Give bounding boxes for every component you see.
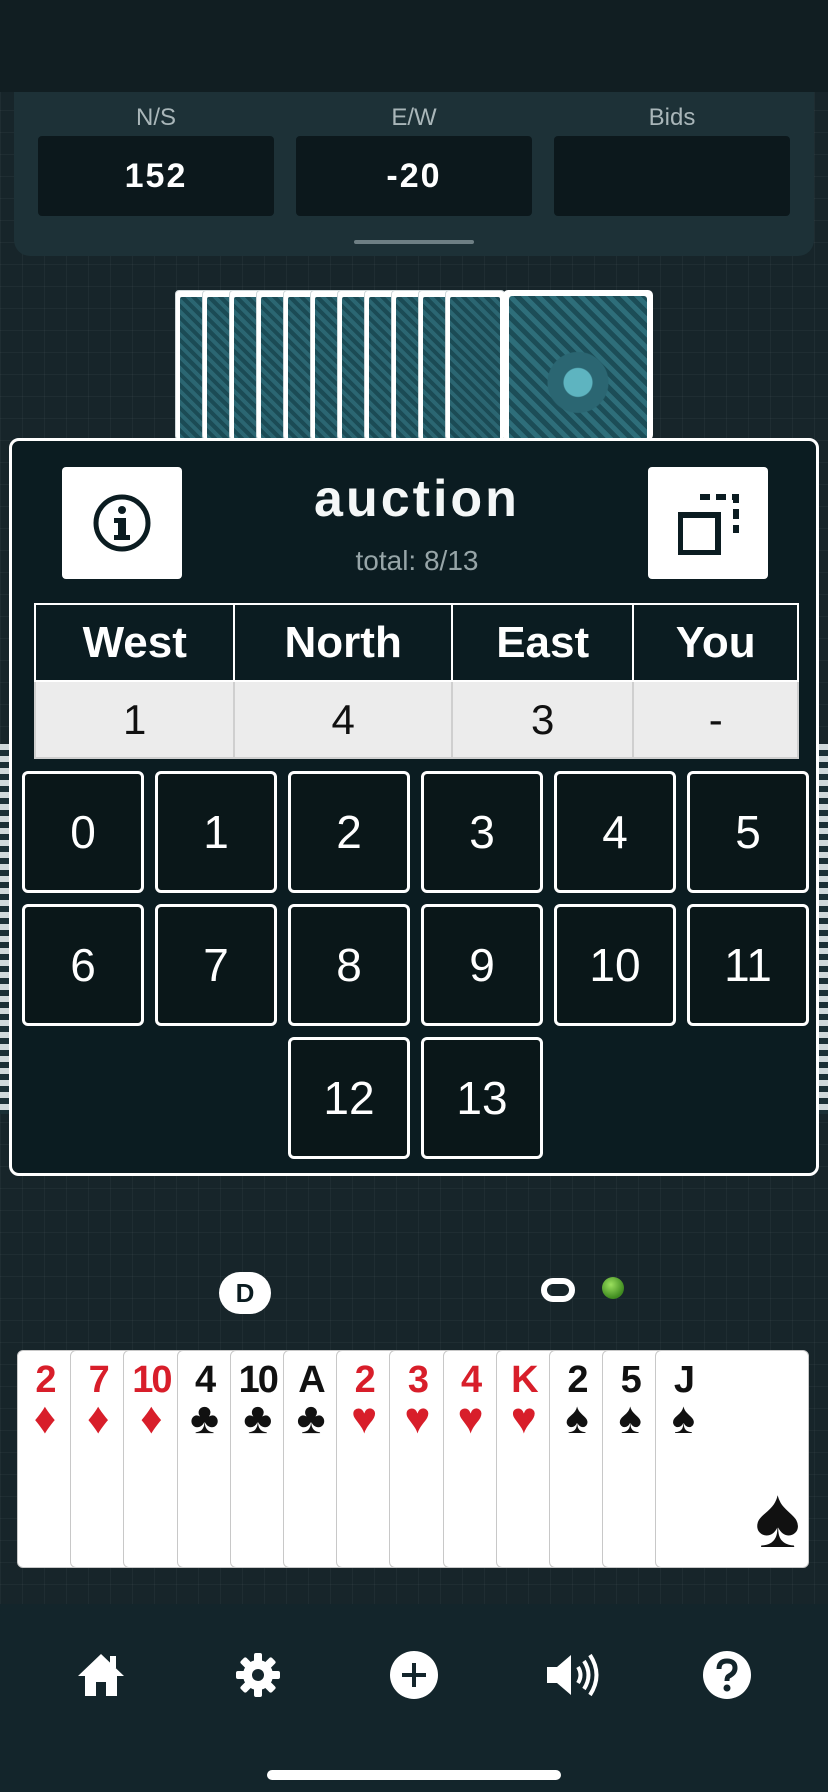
bid-header-east: East bbox=[450, 603, 635, 682]
dealer-badge: D bbox=[219, 1272, 271, 1314]
home-icon bbox=[78, 1654, 124, 1696]
card-suit: ♦ bbox=[140, 1394, 163, 1443]
card-suit: ♥ bbox=[404, 1394, 431, 1443]
bids-table: West North East You 1 4 3 - bbox=[33, 603, 799, 759]
card-center-suit: ♠ bbox=[754, 1470, 801, 1566]
card-back-top bbox=[503, 290, 653, 440]
score-bids-value bbox=[554, 136, 790, 216]
minimize-window-icon bbox=[678, 494, 739, 555]
bottom-toolbar bbox=[0, 1604, 828, 1792]
home-indicator bbox=[267, 1770, 561, 1780]
status-bar bbox=[0, 0, 828, 92]
playing-card[interactable]: J ♠ ♠ bbox=[655, 1350, 810, 1568]
bid-option-button[interactable]: 9 bbox=[421, 904, 543, 1026]
bid-header-north: North bbox=[233, 603, 453, 682]
speaker-icon bbox=[547, 1653, 599, 1697]
sound-button[interactable] bbox=[535, 1640, 605, 1710]
player-hand: 2 ♦ 7 ♦ 10 ♦ 4 ♣ 10 ♣ A ♣ 2 ♥ 3 ♥ 4 ♥ K ♥ 2 ♠ 5 ♠ J ♠ ♠ bbox=[17, 1350, 813, 1570]
settings-button[interactable] bbox=[223, 1640, 293, 1710]
bid-option-button[interactable]: 4 bbox=[554, 771, 676, 893]
card-suit: ♥ bbox=[351, 1394, 378, 1443]
auction-dialog: auction total: 8/13 West North East You … bbox=[9, 438, 819, 1176]
bid-option-button[interactable]: 13 bbox=[421, 1037, 543, 1159]
help-icon bbox=[703, 1651, 751, 1699]
card-back bbox=[445, 290, 505, 440]
bid-value-north: 4 bbox=[233, 680, 453, 759]
bid-option-button[interactable]: 8 bbox=[288, 904, 410, 1026]
bid-option-button[interactable]: 1 bbox=[155, 771, 277, 893]
bid-header-you: You bbox=[632, 603, 799, 682]
score-ns-label: N/S bbox=[135, 104, 176, 131]
card-suit: ♥ bbox=[510, 1394, 537, 1443]
bid-option-button[interactable]: 2 bbox=[288, 771, 410, 893]
score-panel: N/S 152 E/W -20 Bids bbox=[14, 92, 814, 256]
home-button[interactable] bbox=[66, 1640, 136, 1710]
collapse-button[interactable] bbox=[648, 467, 768, 579]
bid-option-button[interactable]: 10 bbox=[554, 904, 676, 1026]
bid-option-button[interactable]: 12 bbox=[288, 1037, 410, 1159]
card-suit: ♦ bbox=[33, 1394, 57, 1443]
east-hand-edge bbox=[818, 744, 828, 1114]
card-suit: ♠ bbox=[565, 1394, 589, 1443]
card-suit: ♠ bbox=[671, 1394, 696, 1443]
help-button[interactable] bbox=[692, 1640, 762, 1710]
new-game-button[interactable] bbox=[379, 1640, 449, 1710]
card-suit: ♥ bbox=[457, 1394, 484, 1443]
turn-indicator-dot bbox=[602, 1277, 624, 1299]
bid-value-west: 1 bbox=[33, 680, 236, 759]
north-hand-backs bbox=[175, 290, 653, 440]
bid-header-west: West bbox=[33, 603, 236, 682]
card-suit: ♠ bbox=[618, 1394, 642, 1443]
bid-value-you: - bbox=[632, 680, 799, 759]
score-ns-value: 152 bbox=[38, 136, 274, 216]
card-suit: ♣ bbox=[190, 1394, 220, 1443]
score-bids-label: Bids bbox=[648, 104, 696, 131]
gear-icon bbox=[236, 1653, 280, 1697]
score-ew-label: E/W bbox=[391, 104, 437, 131]
plus-icon bbox=[390, 1651, 438, 1699]
bid-option-button[interactable]: 5 bbox=[687, 771, 809, 893]
bid-option-button[interactable]: 7 bbox=[155, 904, 277, 1026]
bid-value-east: 3 bbox=[450, 680, 635, 759]
card-suit: ♣ bbox=[296, 1394, 326, 1443]
score-ew-value: -20 bbox=[296, 136, 532, 216]
card-suit: ♦ bbox=[86, 1394, 110, 1443]
bid-option-button[interactable]: 3 bbox=[421, 771, 543, 893]
panel-drag-handle[interactable] bbox=[354, 240, 474, 244]
tricks-ring-indicator bbox=[541, 1278, 575, 1302]
bid-option-button[interactable]: 11 bbox=[687, 904, 809, 1026]
bid-option-button[interactable]: 6 bbox=[22, 904, 144, 1026]
bid-option-button[interactable]: 0 bbox=[22, 771, 144, 893]
card-suit: ♣ bbox=[243, 1394, 273, 1443]
